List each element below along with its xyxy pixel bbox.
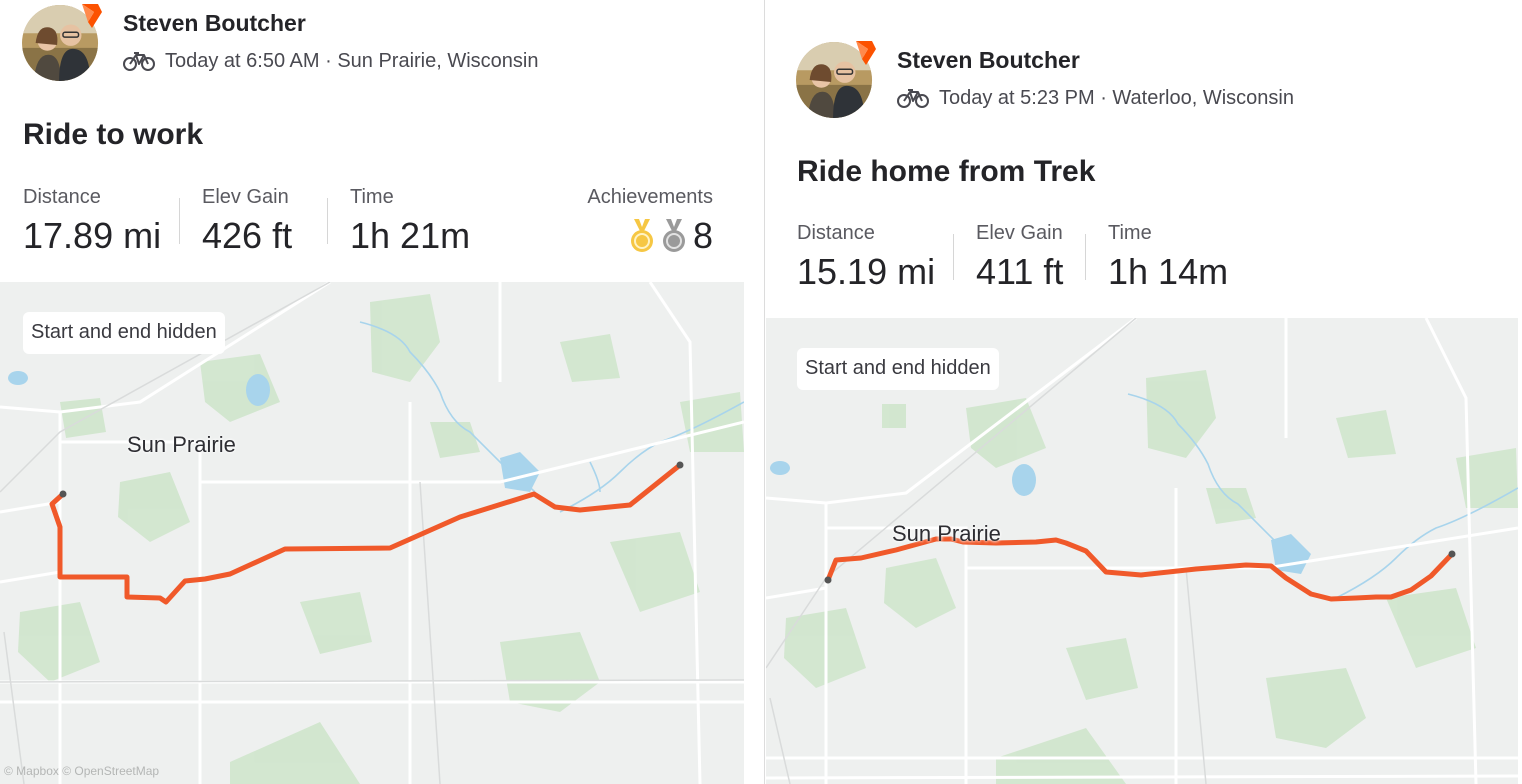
stat-time: Time 1h 14m — [1108, 222, 1228, 293]
activity-card[interactable]: Steven Boutcher Today at 6:50 AM · Sun P… — [0, 0, 744, 784]
stat-divider — [953, 234, 954, 280]
stat-value: 426 ft — [202, 215, 293, 256]
stat-value: 15.19 mi — [797, 251, 936, 292]
stat-label: Time — [1108, 222, 1152, 244]
stat-elev-gain: Elev Gain 411 ft — [976, 222, 1063, 293]
strava-badge-icon — [856, 41, 876, 65]
achievements-label: Achievements — [587, 186, 713, 208]
route-map[interactable]: Start and end hidden Sun Prairie © Mapbo… — [0, 282, 744, 784]
map-town-label: Sun Prairie — [127, 432, 236, 457]
activity-meta: Today at 5:23 PM · Waterloo, Wisconsin — [897, 84, 1294, 112]
stat-label: Distance — [23, 186, 101, 208]
bike-icon — [897, 89, 929, 108]
stat-label: Time — [350, 186, 394, 208]
activity-meta: Today at 6:50 AM · Sun Prairie, Wisconsi… — [123, 47, 539, 75]
strava-badge-icon — [82, 4, 102, 28]
stat-distance: Distance 17.89 mi — [23, 186, 161, 257]
privacy-badge: Start and end hidden — [23, 312, 225, 354]
stat-divider — [179, 198, 180, 244]
route-map[interactable]: Start and end hidden Sun Prairie — [766, 318, 1518, 784]
stat-label: Elev Gain — [976, 222, 1063, 244]
activity-date-location: Today at 5:23 PM · Waterloo, Wisconsin — [939, 86, 1294, 109]
activity-card[interactable]: Steven Boutcher Today at 5:23 PM · Water… — [766, 0, 1518, 784]
stat-divider — [327, 198, 328, 244]
activity-title[interactable]: Ride home from Trek — [797, 155, 1095, 189]
route-endpoint — [1448, 550, 1456, 558]
route-endpoint — [676, 461, 684, 469]
map-attribution[interactable]: © Mapbox © OpenStreetMap — [4, 764, 159, 778]
feed-gutter — [744, 0, 766, 784]
stat-distance: Distance 15.19 mi — [797, 222, 935, 293]
privacy-badge: Start and end hidden — [797, 348, 999, 390]
stat-elev-gain: Elev Gain 426 ft — [202, 186, 292, 257]
map-town-label: Sun Prairie — [892, 521, 1001, 546]
map-background — [0, 282, 744, 784]
athlete-name[interactable]: Steven Boutcher — [123, 10, 306, 37]
silver-medal-icon — [662, 219, 685, 252]
stat-value: 1h 14m — [1108, 251, 1229, 292]
stat-time: Time 1h 21m — [350, 186, 470, 257]
activity-date-location: Today at 6:50 AM · Sun Prairie, Wisconsi… — [165, 49, 539, 72]
route-startpoint — [59, 490, 67, 498]
achievements-count: 8 — [692, 215, 713, 256]
athlete-name[interactable]: Steven Boutcher — [897, 47, 1080, 74]
route-startpoint — [824, 576, 832, 584]
stat-label: Elev Gain — [202, 186, 289, 208]
stat-label: Distance — [797, 222, 875, 244]
gold-medal-icon — [630, 219, 653, 252]
stat-divider — [1085, 234, 1086, 280]
stat-value: 17.89 mi — [23, 215, 162, 256]
achievements[interactable]: Achievements 8 — [587, 186, 713, 257]
bike-icon — [123, 52, 155, 71]
card-border — [764, 0, 765, 784]
stat-value: 1h 21m — [350, 215, 471, 256]
activity-title[interactable]: Ride to work — [23, 118, 203, 152]
stat-value: 411 ft — [976, 251, 1064, 292]
